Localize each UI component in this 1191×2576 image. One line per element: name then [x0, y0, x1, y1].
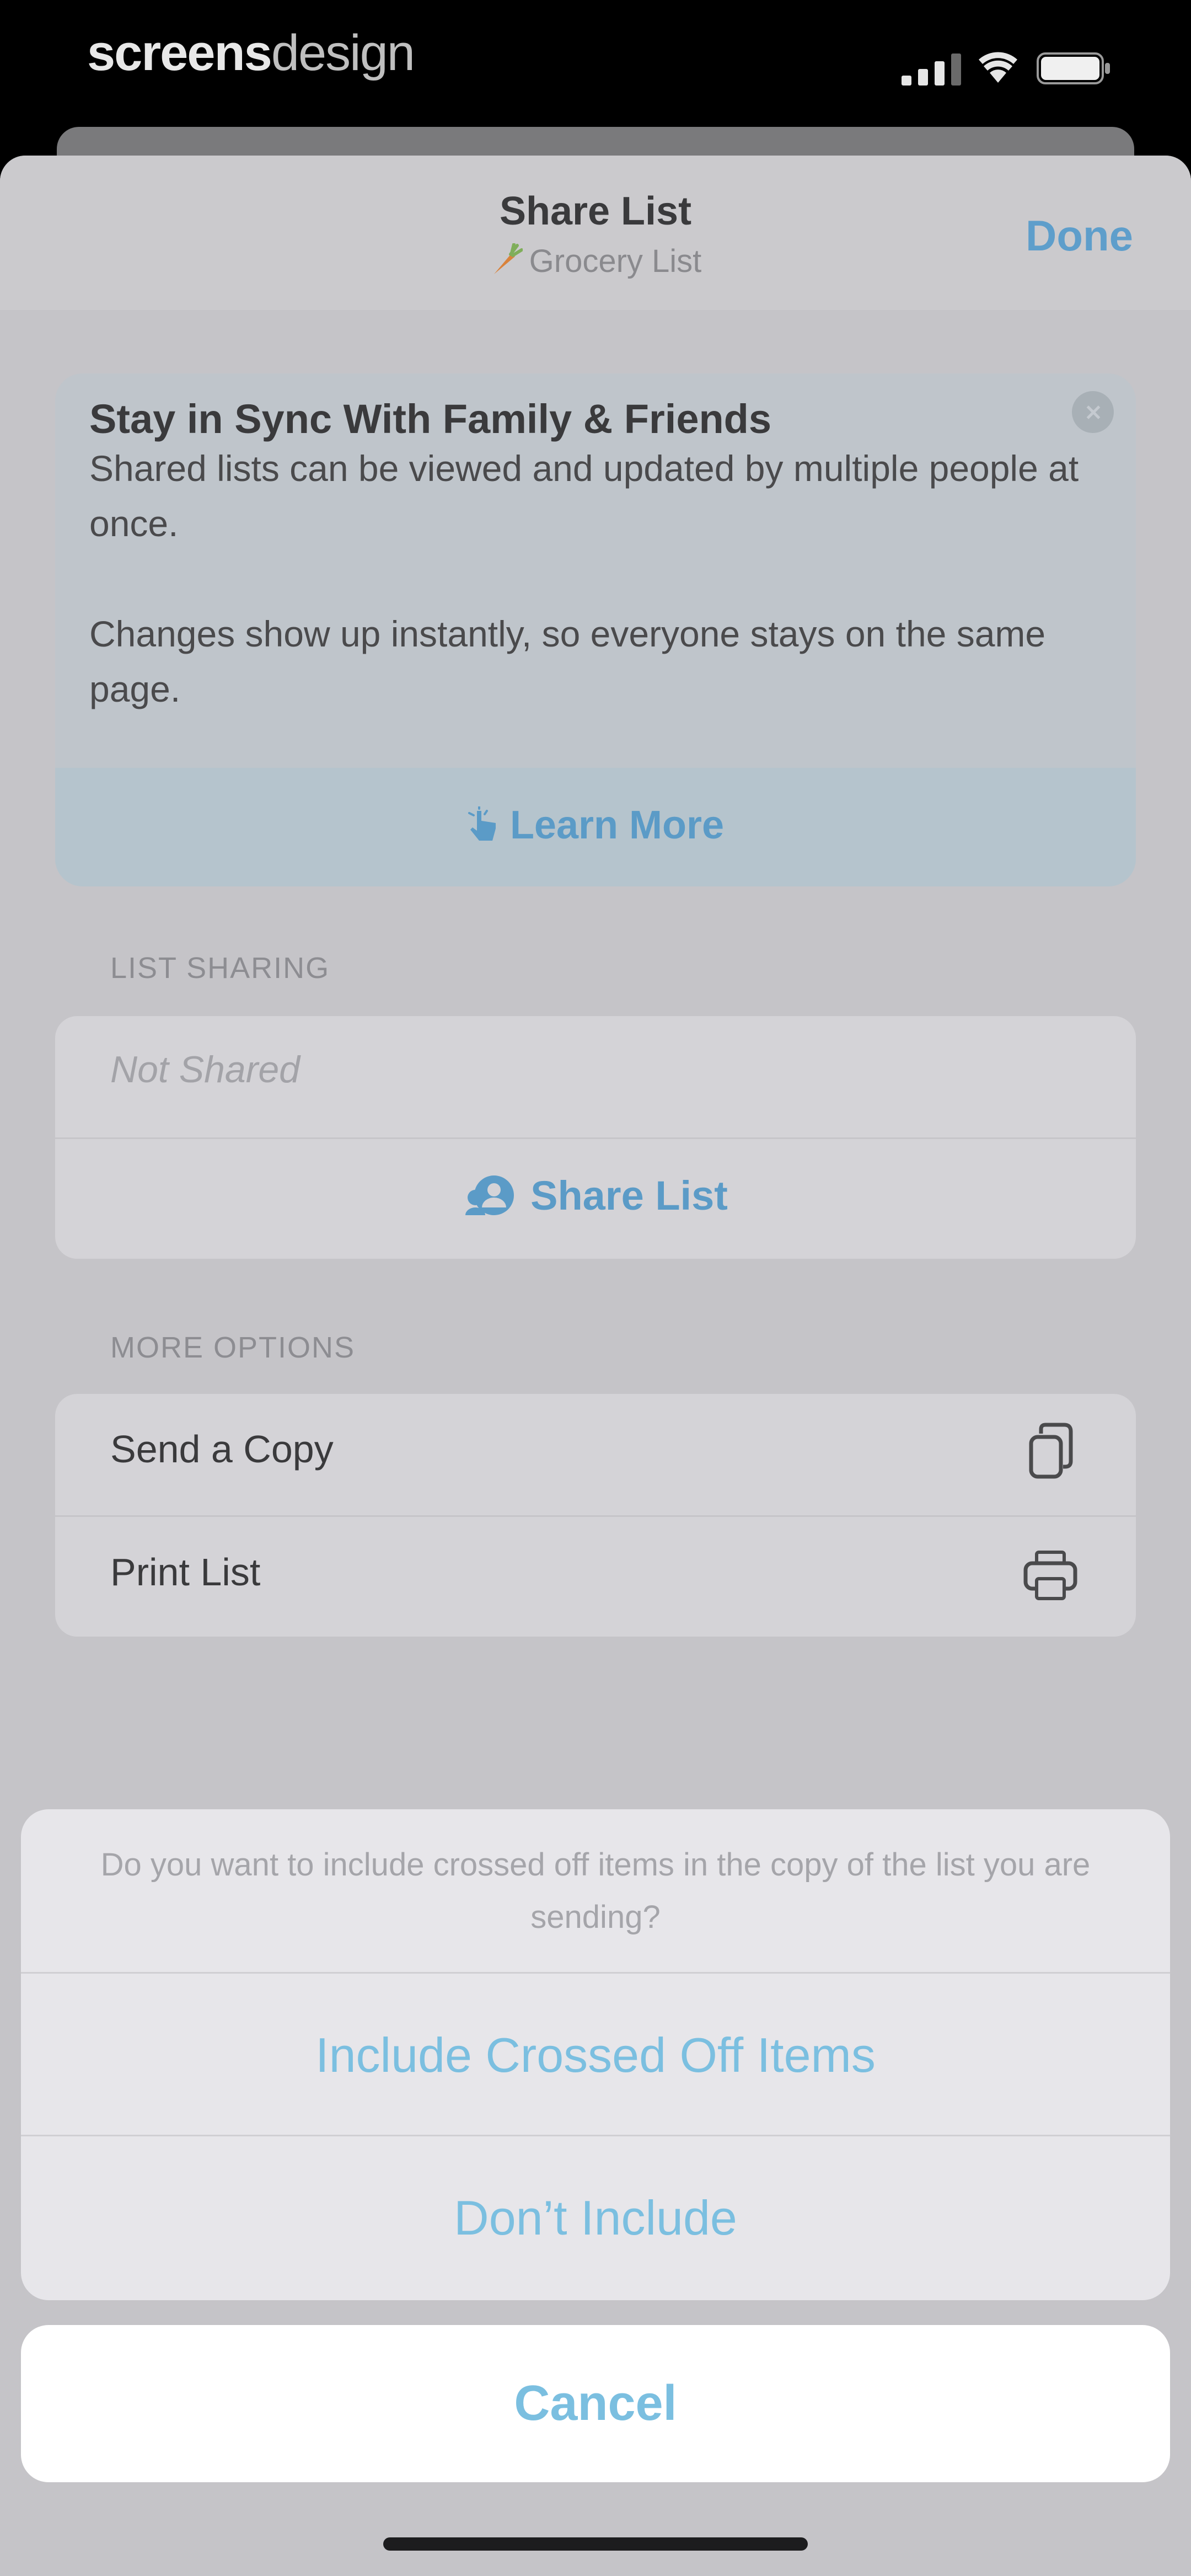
done-button[interactable]: Done — [1026, 211, 1133, 261]
nav-title: Share List — [499, 189, 692, 233]
info-card-paragraph-1: Shared lists can be viewed and updated b… — [89, 448, 1079, 544]
learn-more-label: Learn More — [509, 803, 725, 847]
copy-icon — [1029, 1423, 1073, 1479]
print-list-label: Print List — [110, 1551, 261, 1594]
nav-subtitle: Grocery List — [0, 243, 1191, 280]
share-list-label: Share List — [530, 1173, 728, 1218]
carrot-icon — [493, 243, 523, 274]
action-sheet: Do you want to include crossed off items… — [21, 1809, 1170, 2300]
list-sharing-group: Not Shared Share List — [55, 1016, 1136, 1259]
brand-bold: screens — [87, 25, 272, 81]
hand-pointer-icon — [468, 805, 496, 841]
send-a-copy-label: Send a Copy — [110, 1428, 334, 1471]
share-people-icon — [465, 1175, 514, 1215]
sharing-status: Not Shared — [110, 1049, 300, 1091]
list-sharing-section-label: LIST SHARING — [110, 952, 330, 985]
dont-include-button[interactable]: Don’t Include — [21, 2135, 1170, 2299]
battery-icon — [1037, 52, 1110, 84]
nav-subtitle-text: Grocery List — [529, 243, 702, 279]
sharing-status-row: Not Shared — [55, 1016, 1136, 1137]
info-card: Stay in Sync With Family & Friends Share… — [55, 373, 1136, 886]
signal-icon — [902, 54, 961, 85]
share-list-button[interactable]: Share List — [55, 1172, 1136, 1219]
include-crossed-off-button[interactable]: Include Crossed Off Items — [21, 1972, 1170, 2136]
navigation-bar: Share List Grocery List Done — [0, 156, 1191, 310]
brand-thin: design — [271, 25, 415, 81]
more-options-section-label: MORE OPTIONS — [110, 1331, 356, 1364]
wifi-icon — [979, 52, 1017, 83]
close-icon[interactable] — [1072, 391, 1114, 433]
more-options-group: Send a Copy Print List — [55, 1394, 1136, 1637]
share-list-row[interactable]: Share List — [55, 1137, 1136, 1259]
learn-more-button[interactable]: Learn More — [55, 803, 1136, 848]
send-a-copy-row[interactable]: Send a Copy — [55, 1394, 1136, 1515]
status-bar: screensdesign — [0, 0, 1191, 127]
home-indicator — [383, 2537, 808, 2551]
cancel-button[interactable]: Cancel — [21, 2325, 1170, 2482]
info-card-body: Shared lists can be viewed and updated b… — [89, 441, 1082, 717]
info-card-title: Stay in Sync With Family & Friends — [89, 396, 772, 442]
brand-watermark: screensdesign — [87, 24, 415, 82]
print-list-row[interactable]: Print List — [55, 1515, 1136, 1637]
printer-icon — [1023, 1551, 1077, 1600]
info-card-paragraph-2: Changes show up instantly, so everyone s… — [89, 613, 1046, 709]
action-sheet-message: Do you want to include crossed off items… — [100, 1846, 1091, 1935]
